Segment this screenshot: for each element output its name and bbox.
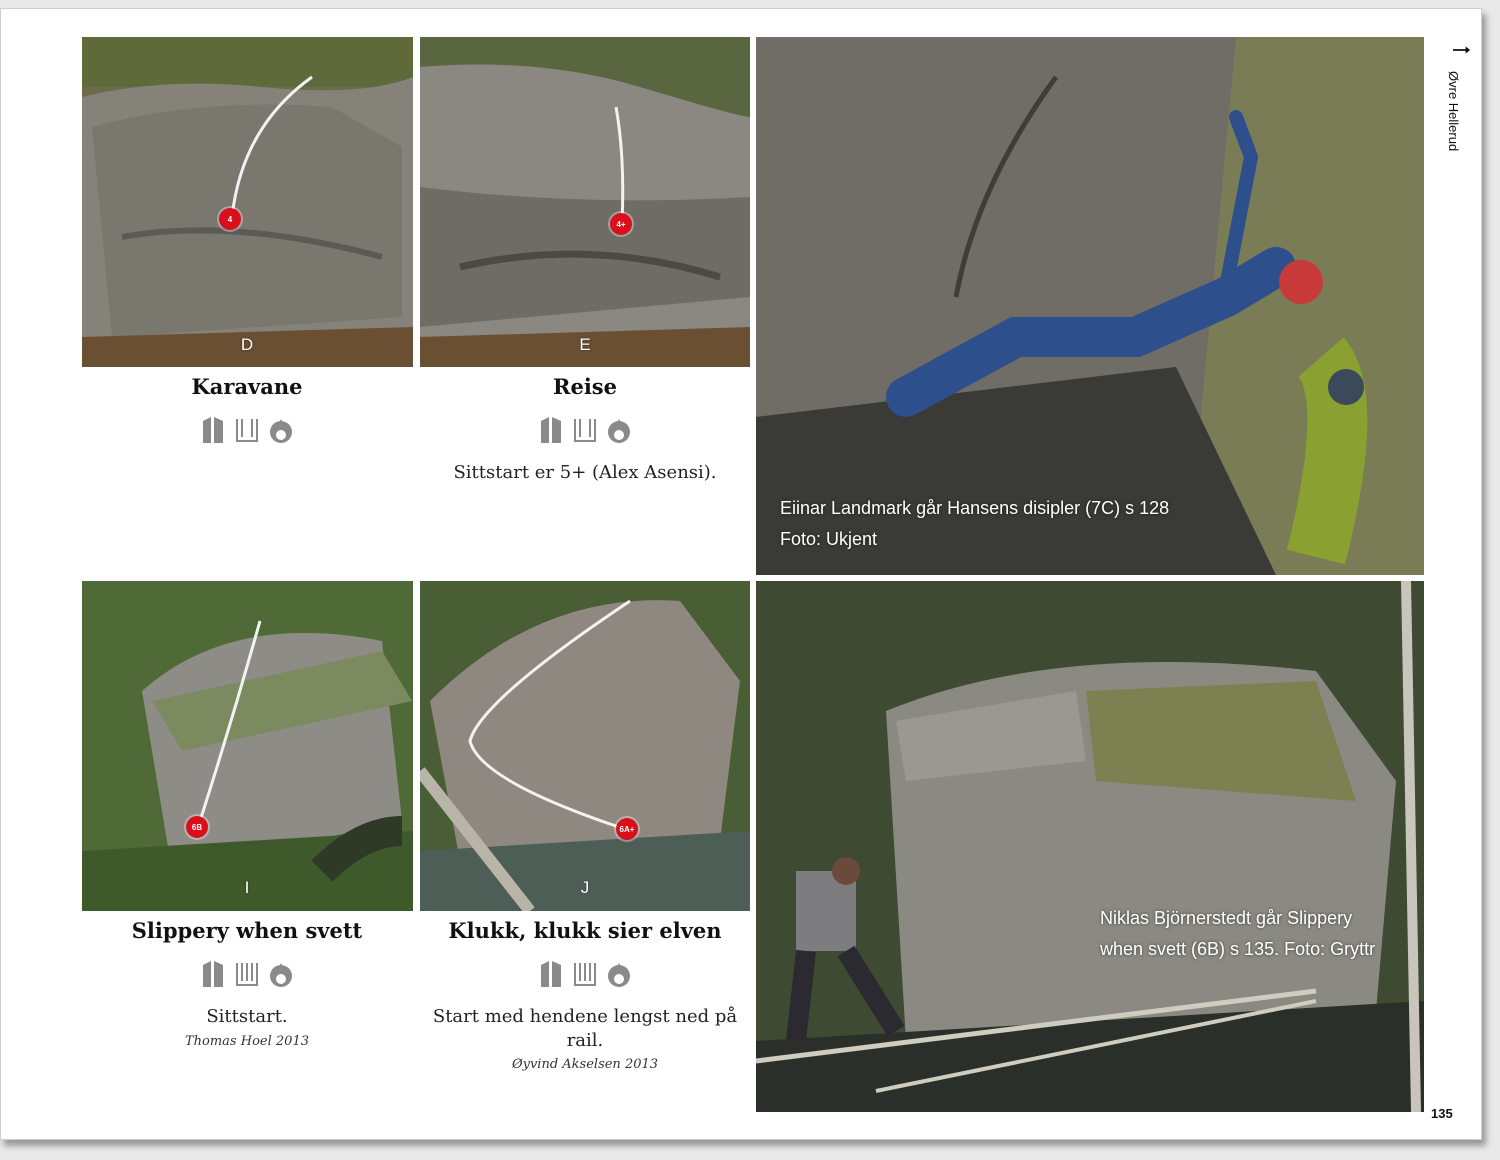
route-icons	[420, 415, 750, 445]
caption-line: Foto: Ukjent	[780, 529, 878, 549]
section-name: Øvre Hellerud	[1446, 71, 1461, 152]
first-ascent: Øyvind Akselsen 2013	[420, 1057, 750, 1072]
grade-dot: 4	[219, 208, 241, 230]
route-icons	[420, 959, 750, 989]
photo-caption-top: Eiinar Landmark går Hansens disipler (7C…	[780, 493, 1169, 555]
highball-icon	[200, 959, 226, 989]
page-number: 135	[1431, 1106, 1453, 1121]
boulder-photo-d: 4 D	[82, 37, 413, 367]
fa-name: Øyvind Akselsen	[511, 1057, 621, 1072]
route-name: Karavane	[191, 374, 303, 399]
highball-icon	[200, 415, 226, 445]
caption-line: Eiinar Landmark går Hansens disipler (7C…	[780, 498, 1170, 518]
landing-icon	[572, 959, 598, 989]
route-icons	[82, 959, 412, 989]
fa-year: 2013	[624, 1057, 659, 1072]
route-description: Start med hendene lengst ned på rail.	[432, 1006, 738, 1051]
boulder-photo-e: 4+ E	[420, 37, 750, 367]
arrow-right-icon	[1453, 46, 1471, 54]
caption-line: when svett (6B) s 135. Foto: Gryttr	[1100, 939, 1376, 959]
fa-year: 2013	[275, 1034, 309, 1049]
route-name: Slippery when svett	[131, 918, 363, 943]
problem-letter: D	[240, 335, 254, 354]
route-description: Sittstart.	[206, 1006, 288, 1027]
highball-icon	[538, 415, 564, 445]
fa-name: Thomas Hoel	[184, 1034, 272, 1049]
landing-icon	[234, 959, 260, 989]
grade-dot: 4+	[610, 213, 632, 235]
sitstart-icon	[268, 415, 294, 445]
first-ascent: Thomas Hoel 2013	[82, 1034, 412, 1049]
landing-icon	[234, 415, 260, 445]
boulder-photo-j: 6A+ J	[420, 581, 750, 911]
grade-dot: 6A+	[616, 818, 638, 840]
guidebook-page: 4 D 4+ E Eiinar Landmark går Hansens dis…	[0, 8, 1482, 1140]
problem-letter: E	[579, 335, 591, 354]
sitstart-icon	[268, 959, 294, 989]
photo-caption-bottom: Niklas Björnerstedt går Slippery when sv…	[1100, 903, 1375, 965]
action-photo-top: Eiinar Landmark går Hansens disipler (7C…	[756, 37, 1424, 575]
problem-letter: I	[244, 878, 250, 897]
problem-letter: J	[580, 878, 590, 897]
route-icons	[82, 415, 412, 445]
landing-icon	[572, 415, 598, 445]
action-photo-bottom: Niklas Björnerstedt går Slippery when sv…	[756, 581, 1424, 1112]
route-name: Klukk, klukk sier elven	[448, 918, 722, 943]
caption-line: Niklas Björnerstedt går Slippery	[1100, 908, 1353, 928]
route-name: Reise	[553, 374, 617, 399]
route-description: Sittstart er 5+ (Alex Asensi).	[453, 462, 717, 483]
boulder-photo-i: 6B I	[82, 581, 413, 911]
sitstart-icon	[606, 415, 632, 445]
grade-dot: 6B	[186, 816, 208, 838]
sitstart-icon	[606, 959, 632, 989]
highball-icon	[538, 959, 564, 989]
